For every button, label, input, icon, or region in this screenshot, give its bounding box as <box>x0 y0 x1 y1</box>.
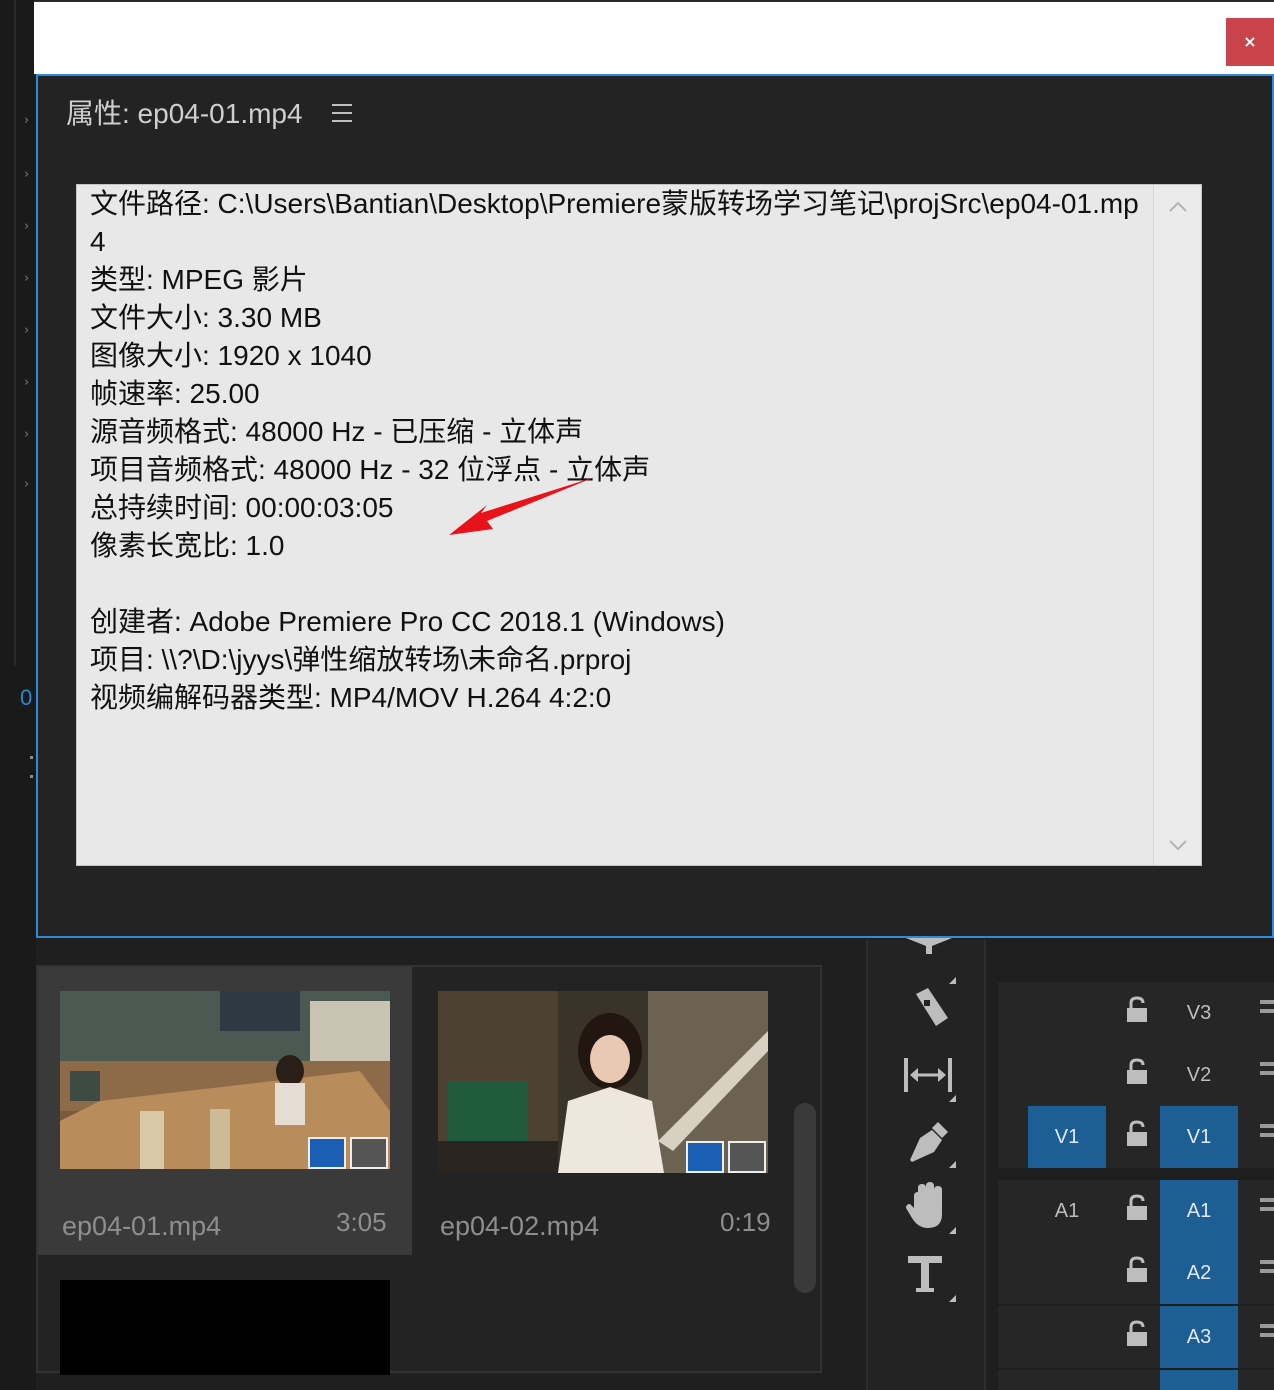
tools-panel <box>866 938 986 1390</box>
close-button[interactable]: × <box>1226 18 1274 66</box>
panel-divider <box>14 0 16 665</box>
track-target-v1[interactable]: V1 <box>1160 1106 1238 1168</box>
type-icon[interactable] <box>902 1250 956 1302</box>
video-badge-icon <box>308 1137 346 1169</box>
chevron-right-icon[interactable]: › <box>24 324 36 338</box>
prop-type: 类型: MPEG 影片 <box>90 264 308 295</box>
grip-dots-icon[interactable] <box>30 756 34 800</box>
clip-duration: 3:05 <box>336 1207 387 1237</box>
hamburger-icon[interactable] <box>332 104 352 122</box>
lock-icon[interactable] <box>1126 1194 1148 1222</box>
prop-codec: 视频编解码器类型: MP4/MOV H.264 4:2:0 <box>90 682 612 713</box>
audio-badge-icon <box>350 1137 388 1169</box>
track-target-v3[interactable]: V3 <box>1160 982 1238 1044</box>
prop-file-path: 文件路径: C:\Users\Bantian\Desktop\Premiere蒙… <box>90 188 1139 257</box>
lock-icon[interactable] <box>1126 1320 1148 1348</box>
lock-icon[interactable] <box>1126 1058 1148 1086</box>
track-row-v2[interactable]: V2 <box>998 1044 1274 1106</box>
dialog-title: 属性: ep04-01.mp4 <box>66 98 303 129</box>
prop-frame-rate: 帧速率: 25.00 <box>90 378 260 409</box>
lock-icon[interactable] <box>1126 996 1148 1024</box>
clip-thumbnail[interactable] <box>438 991 768 1173</box>
track-row-v1[interactable]: V1 V1 <box>998 1106 1274 1168</box>
timeline-track-headers: V3 V2 V1 V1 A1 A1 A2 A3 <box>996 940 1274 1390</box>
track-row-a1[interactable]: A1 A1 <box>998 1180 1274 1242</box>
prop-blank-line <box>90 565 1140 603</box>
prop-file-size: 文件大小: 3.30 MB <box>90 302 322 333</box>
clip-duration: 0:19 <box>720 1207 771 1237</box>
track-options-icon[interactable] <box>1260 1324 1274 1350</box>
project-bin: ep04-01.mp4 3:05 ep04-02.mp4 0:19 <box>36 965 822 1375</box>
video-badge-icon <box>686 1141 724 1173</box>
track-options-icon[interactable] <box>1260 1124 1274 1150</box>
clip-name: ep04-01.mp4 <box>62 1211 222 1241</box>
prop-creator: 创建者: Adobe Premiere Pro CC 2018.1 (Windo… <box>90 606 725 637</box>
track-select-icon[interactable] <box>902 932 956 984</box>
prop-image-size: 图像大小: 1920 x 1040 <box>90 340 372 371</box>
clip-thumbnail[interactable] <box>60 991 390 1169</box>
chevron-right-icon[interactable]: › <box>24 478 36 492</box>
chevron-right-icon[interactable]: › <box>24 428 36 442</box>
track-options-icon[interactable] <box>1260 1198 1274 1224</box>
prop-source-audio: 源音频格式: 48000 Hz - 已压缩 - 立体声 <box>90 416 584 447</box>
track-options-icon[interactable] <box>1260 1062 1274 1088</box>
chevron-right-icon[interactable]: › <box>24 272 36 286</box>
chevron-right-icon[interactable]: › <box>24 220 36 234</box>
properties-text: 文件路径: C:\Users\Bantian\Desktop\Premiere蒙… <box>90 185 1140 717</box>
scroll-down-icon[interactable] <box>1168 839 1188 853</box>
track-options-icon[interactable] <box>1260 1000 1274 1026</box>
clip-item[interactable]: ep04-01.mp4 3:05 <box>38 967 412 1255</box>
prop-project: 项目: \\?\D:\jyys\弹性缩放转场\未命名.prproj <box>90 644 632 675</box>
track-row-v3[interactable]: V3 <box>998 982 1274 1044</box>
chevron-right-icon[interactable]: › <box>24 114 36 128</box>
dialog-titlebar[interactable] <box>34 0 1274 74</box>
audio-badge-icon <box>728 1141 766 1173</box>
track-source-a1[interactable]: A1 <box>1028 1180 1106 1242</box>
slip-icon[interactable] <box>902 1050 956 1102</box>
lock-icon[interactable] <box>1126 1256 1148 1284</box>
scrollbar[interactable] <box>1153 185 1201 865</box>
red-arrow-annotation <box>449 477 595 535</box>
left-panel-strip: › › › › › › › › 0 <box>0 0 36 1390</box>
track-source-v1[interactable]: V1 <box>1028 1106 1106 1168</box>
chevron-right-icon[interactable]: › <box>24 168 36 182</box>
lock-icon[interactable] <box>1126 1120 1148 1148</box>
track-row-a3[interactable]: A3 <box>998 1306 1274 1368</box>
track-target-v2[interactable]: V2 <box>1160 1044 1238 1106</box>
razor-icon[interactable] <box>902 984 956 1036</box>
track-target-a1[interactable]: A1 <box>1160 1180 1238 1242</box>
hand-icon[interactable] <box>902 1182 956 1234</box>
track-target-a2[interactable]: A2 <box>1160 1242 1238 1304</box>
track-target-a3[interactable]: A3 <box>1160 1306 1238 1368</box>
clip-item[interactable]: ep04-02.mp4 0:19 <box>414 967 784 1255</box>
clip-name: ep04-02.mp4 <box>440 1211 600 1241</box>
properties-dialog: 属性: ep04-01.mp4 文件路径: C:\Users\Bantian\D… <box>36 74 1274 938</box>
track-row-partial <box>998 1370 1274 1390</box>
track-row-a2[interactable]: A2 <box>998 1242 1274 1304</box>
properties-text-area[interactable]: 文件路径: C:\Users\Bantian\Desktop\Premiere蒙… <box>76 184 1202 866</box>
track-target-partial <box>1160 1370 1238 1390</box>
chevron-right-icon[interactable]: › <box>24 376 36 390</box>
scroll-up-icon[interactable] <box>1168 199 1188 213</box>
prop-project-audio: 项目音频格式: 48000 Hz - 32 位浮点 - 立体声 <box>90 454 651 485</box>
prop-duration: 总持续时间: 00:00:03:05 <box>90 492 394 523</box>
track-options-icon[interactable] <box>1260 1260 1274 1286</box>
timecode-digit: 0 <box>20 685 33 710</box>
pen-icon[interactable] <box>902 1116 956 1168</box>
bin-scrollbar[interactable] <box>794 1103 816 1293</box>
premiere-workspace: › › › › › › › › 0 × 属性: ep04-01.mp4 文件路径… <box>0 0 1274 1390</box>
clip-thumbnail[interactable] <box>60 1280 390 1375</box>
prop-pixel-aspect: 像素长宽比: 1.0 <box>90 530 285 561</box>
